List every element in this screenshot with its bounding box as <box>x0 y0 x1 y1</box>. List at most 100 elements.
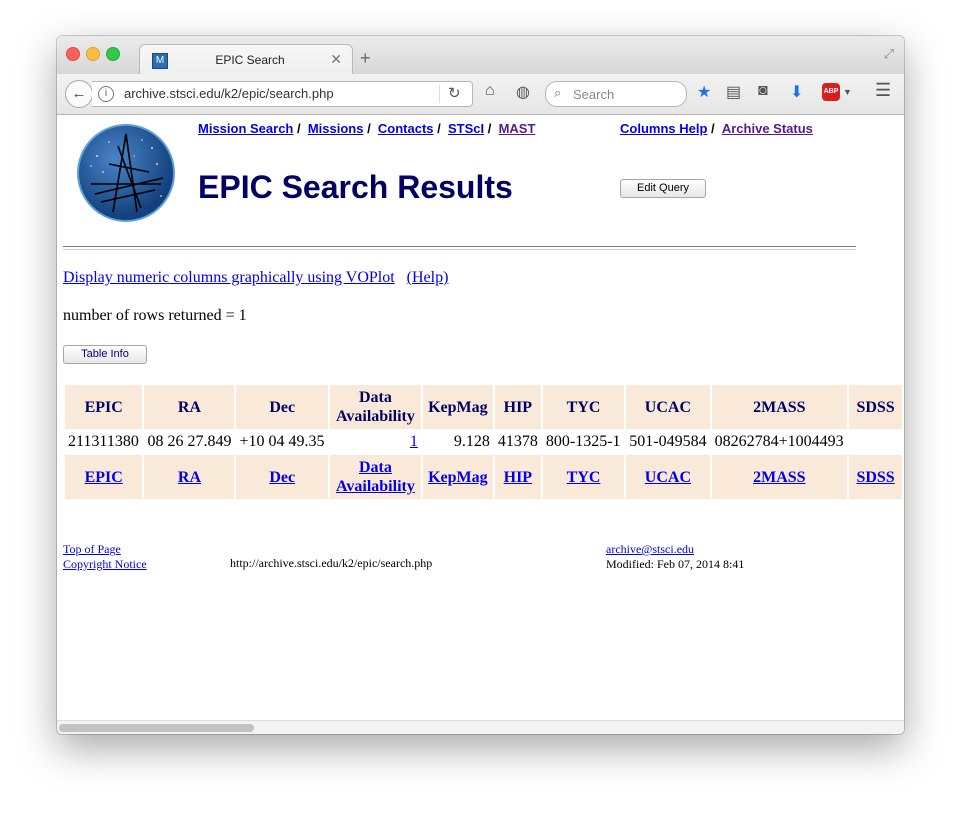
voplot-link[interactable]: Display numeric columns graphically usin… <box>63 269 395 286</box>
cell-ra: 08 26 27.849 <box>147 433 232 450</box>
mast-favicon-icon: M <box>152 53 168 69</box>
adblock-icon[interactable]: ABP <box>822 83 840 101</box>
data-availability-link[interactable]: 1 <box>410 433 418 450</box>
sort-data-availability-link[interactable]: Data Availability <box>336 459 415 495</box>
footer-left: Top of Page Copyright Notice <box>63 542 147 572</box>
cell-hip: 41378 <box>497 433 538 450</box>
column-header-2mass: 2MASS <box>711 385 848 429</box>
table-info-button[interactable]: Table Info <box>63 345 147 364</box>
voplot-help-link[interactable]: (Help) <box>407 269 449 286</box>
table-row: 211311380 08 26 27.849 +10 04 49.35 1 9.… <box>65 431 902 453</box>
home-icon[interactable]: ⌂ <box>485 82 495 100</box>
reload-icon[interactable]: ↻ <box>448 84 461 102</box>
download-arrow-icon[interactable]: ⬇ <box>790 82 803 102</box>
contacts-link[interactable]: Contacts <box>378 121 434 136</box>
footer-page-url: http://archive.stsci.edu/k2/epic/search.… <box>230 556 433 570</box>
archive-status-link[interactable]: Archive Status <box>722 121 813 136</box>
scrollbar-thumb[interactable] <box>59 724 254 732</box>
tab-close-icon[interactable]: ✕ <box>330 51 342 68</box>
search-icon: ⌕ <box>554 85 562 100</box>
sort-2mass-link[interactable]: 2MASS <box>753 469 805 486</box>
column-header-data-availability: Data Availability <box>330 385 421 429</box>
chevron-down-icon[interactable]: ▼ <box>843 87 852 97</box>
url-divider <box>439 85 440 103</box>
columns-help-link[interactable]: Columns Help <box>620 121 707 136</box>
minimize-window-button[interactable] <box>86 47 100 61</box>
site-info-icon[interactable]: i <box>98 86 114 102</box>
edit-query-button[interactable]: Edit Query <box>620 179 706 198</box>
column-header-ra: RA <box>144 385 235 429</box>
sort-kepmag-link[interactable]: KepMag <box>428 469 488 486</box>
new-tab-icon[interactable]: + <box>360 48 371 69</box>
sort-sdss-link[interactable]: SDSS <box>856 469 894 486</box>
sort-dec-link[interactable]: Dec <box>269 469 295 486</box>
cell-dec: +10 04 49.35 <box>239 433 325 450</box>
pocket-icon[interactable]: ◙ <box>758 82 768 100</box>
url-bar[interactable]: i archive.stsci.edu/k2/epic/search.php ↻ <box>92 81 473 107</box>
top-navigation-links: Mission Search / Missions / Contacts / S… <box>198 121 536 136</box>
search-field[interactable]: ⌕ Search <box>545 81 687 107</box>
missions-link[interactable]: Missions <box>308 121 364 136</box>
hamburger-menu-icon[interactable]: ☰ <box>875 80 891 101</box>
sort-header-2mass: 2MASS <box>711 455 848 499</box>
column-header-tyc: TYC <box>542 385 625 429</box>
telescope-logo-icon <box>90 133 164 213</box>
column-header-epic: EPIC <box>65 385 143 429</box>
cell-kepmag: 9.128 <box>453 433 490 450</box>
search-placeholder: Search <box>573 87 615 102</box>
cell-epic: 211311380 <box>68 433 139 450</box>
footer-right: archive@stsci.edu Modified: Feb 07, 2014… <box>606 542 744 572</box>
sort-header-kepmag: KepMag <box>422 455 493 499</box>
globe-icon[interactable]: ◍ <box>516 82 530 102</box>
mast-link[interactable]: MAST <box>499 121 536 136</box>
sort-header-ucac: UCAC <box>626 455 710 499</box>
table-header-row: EPIC RA Dec Data Availability KepMag HIP… <box>65 385 902 429</box>
help-links: Columns Help / Archive Status <box>620 121 813 136</box>
results-table: EPIC RA Dec Data Availability KepMag HIP… <box>63 383 904 501</box>
cell-ucac: 501-049584 <box>629 433 707 450</box>
rows-returned-text: number of rows returned = 1 <box>63 307 247 324</box>
mission-search-link[interactable]: Mission Search <box>198 121 293 136</box>
stsci-link[interactable]: STScI <box>448 121 484 136</box>
cell-2mass: 08262784+1004493 <box>714 433 844 450</box>
cell-data-availability: 1 <box>330 431 421 453</box>
browser-tab[interactable]: M EPIC Search ✕ <box>139 44 353 75</box>
sort-header-sdss: SDSS <box>849 455 902 499</box>
page-title: EPIC Search Results <box>198 169 513 205</box>
tab-title: EPIC Search <box>215 53 285 67</box>
browser-window: M EPIC Search ✕ + ⤢ ← i archive.stsci.ed… <box>57 36 904 734</box>
voplot-line: Display numeric columns graphically usin… <box>63 269 448 287</box>
navigation-toolbar: ← i archive.stsci.edu/k2/epic/search.php… <box>57 74 904 115</box>
column-header-kepmag: KepMag <box>422 385 493 429</box>
cell-sdss <box>849 431 902 453</box>
horizontal-scrollbar[interactable] <box>57 720 904 734</box>
archive-email-link[interactable]: archive@stsci.edu <box>606 542 694 556</box>
sort-tyc-link[interactable]: TYC <box>567 469 601 486</box>
title-bar: M EPIC Search ✕ + ⤢ <box>57 36 904 75</box>
sort-hip-link[interactable]: HIP <box>504 469 532 486</box>
sort-header-hip: HIP <box>494 455 541 499</box>
modified-date: Modified: Feb 07, 2014 8:41 <box>606 557 745 571</box>
column-header-hip: HIP <box>494 385 541 429</box>
fullscreen-icon[interactable]: ⤢ <box>884 46 894 62</box>
close-window-button[interactable] <box>66 47 80 61</box>
column-header-dec: Dec <box>236 385 329 429</box>
reading-list-icon[interactable]: ▤ <box>726 82 741 102</box>
sort-header-dec: Dec <box>236 455 329 499</box>
sort-ucac-link[interactable]: UCAC <box>645 469 691 486</box>
bookmark-star-icon[interactable]: ★ <box>697 82 711 102</box>
table-sort-header-row: EPIC RA Dec Data Availability KepMag HIP… <box>65 455 902 499</box>
mast-logo <box>77 124 175 222</box>
sort-header-data-availability: Data Availability <box>330 455 421 499</box>
copyright-notice-link[interactable]: Copyright Notice <box>63 557 147 571</box>
sort-ra-link[interactable]: RA <box>178 469 201 486</box>
cell-tyc: 800-1325-1 <box>545 433 621 450</box>
sort-header-ra: RA <box>144 455 235 499</box>
sort-epic-link[interactable]: EPIC <box>85 469 123 486</box>
back-arrow-icon[interactable]: ← <box>65 80 93 108</box>
top-of-page-link[interactable]: Top of Page <box>63 542 121 556</box>
maximize-window-button[interactable] <box>106 47 120 61</box>
url-text[interactable]: archive.stsci.edu/k2/epic/search.php <box>124 86 334 101</box>
page-content: Mission Search / Missions / Contacts / S… <box>57 115 904 720</box>
column-header-ucac: UCAC <box>626 385 710 429</box>
